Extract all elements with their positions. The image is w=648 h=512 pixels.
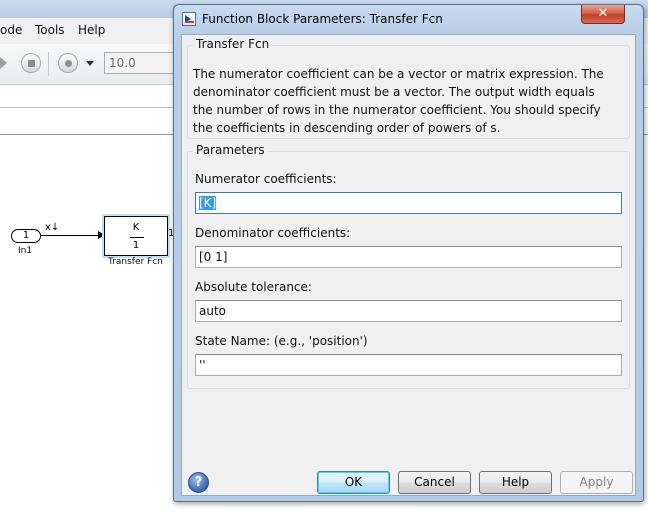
numerator-label: Numerator coefficients: xyxy=(195,172,337,186)
signal-line[interactable] xyxy=(41,235,99,236)
menu-mode[interactable]: ode xyxy=(0,23,22,37)
dialog-title: Function Block Parameters: Transfer Fcn xyxy=(202,12,443,26)
record-button[interactable] xyxy=(58,53,78,73)
apply-button[interactable]: Apply xyxy=(560,471,633,494)
cancel-button[interactable]: Cancel xyxy=(398,471,471,494)
close-button[interactable]: ✕ xyxy=(581,5,625,24)
ok-button[interactable]: OK xyxy=(317,471,390,494)
transfer-fcn-block-label: Transfer Fcn xyxy=(108,257,163,267)
parameters-title: Parameters xyxy=(193,143,268,157)
menu-help[interactable]: Help xyxy=(78,23,105,37)
record-icon xyxy=(65,60,72,67)
inport-block-label: In1 xyxy=(18,246,33,256)
absolute-tolerance-input[interactable]: auto xyxy=(195,300,622,322)
menu-tools[interactable]: Tools xyxy=(35,23,65,37)
state-name-input[interactable]: '' xyxy=(195,354,622,376)
help-button[interactable]: Help xyxy=(479,471,552,494)
absolute-tolerance-label: Absolute tolerance: xyxy=(195,280,312,294)
transfer-fcn-block[interactable]: K 1 xyxy=(104,216,168,256)
close-icon: ✕ xyxy=(597,6,609,21)
block-denominator: 1 xyxy=(132,240,140,251)
chevron-down-icon[interactable] xyxy=(86,61,94,66)
fraction-bar xyxy=(130,237,144,238)
state-name-label: State Name: (e.g., 'position') xyxy=(195,334,368,348)
simulink-block-icon xyxy=(182,12,196,26)
block-description-group: Transfer Fcn The numerator coefficient c… xyxy=(187,37,630,139)
stop-icon xyxy=(28,60,35,67)
run-icon[interactable] xyxy=(0,57,7,69)
signal-label: x↓ xyxy=(45,222,60,233)
numerator-input[interactable]: [K] xyxy=(195,192,622,214)
inport-block[interactable]: 1 xyxy=(11,229,41,243)
numerator-value: [K] xyxy=(199,196,217,210)
block-numerator: K xyxy=(132,222,140,233)
denominator-label: Denominator coefficients: xyxy=(195,226,351,240)
help-icon[interactable]: ? xyxy=(188,472,209,493)
dialog-body: Transfer Fcn The numerator coefficient c… xyxy=(181,34,636,496)
denominator-input[interactable]: [0 1] xyxy=(195,246,622,268)
block-type-title: Transfer Fcn xyxy=(193,37,273,51)
block-description: The numerator coefficient can be a vecto… xyxy=(193,67,604,135)
block-parameters-dialog: Function Block Parameters: Transfer Fcn … xyxy=(173,4,644,502)
stop-button[interactable] xyxy=(21,53,41,73)
toolbar-separator xyxy=(48,52,49,76)
stop-time-input[interactable]: 10.0 xyxy=(104,52,178,74)
